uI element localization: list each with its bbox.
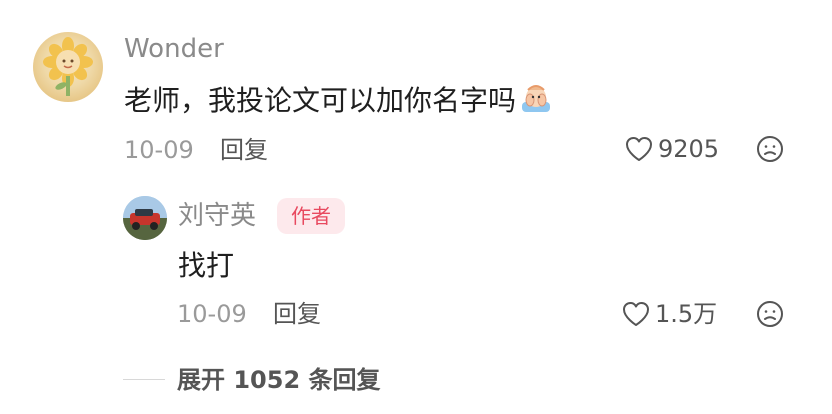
expand-replies-button[interactable]: 展开 1052 条回复 bbox=[177, 364, 381, 396]
author-badge: 作者 bbox=[277, 198, 345, 234]
frown-face-icon bbox=[755, 299, 785, 329]
reply-button[interactable]: 回复 bbox=[220, 134, 268, 166]
red-car-avatar-icon bbox=[123, 196, 167, 240]
comment-username[interactable]: Wonder bbox=[124, 32, 224, 66]
like-button[interactable]: 9205 bbox=[624, 133, 719, 165]
reply-like-count: 1.5万 bbox=[655, 300, 718, 328]
dislike-button[interactable] bbox=[755, 134, 785, 164]
avatar[interactable] bbox=[33, 32, 103, 102]
sunflower-avatar-icon bbox=[43, 37, 93, 96]
reply-like-button[interactable]: 1.5万 bbox=[621, 298, 717, 330]
reply-date: 10-09 bbox=[177, 300, 247, 328]
reply-username[interactable]: 刘守英 bbox=[178, 199, 256, 233]
comment-text: 老师，我投论文可以加你名字吗 bbox=[124, 80, 554, 120]
reply-avatar[interactable] bbox=[123, 196, 167, 240]
heart-outline-icon bbox=[621, 300, 651, 328]
like-count: 9205 bbox=[658, 135, 720, 163]
reply-dislike-button[interactable] bbox=[755, 299, 785, 329]
hands-covering-face-emoji-icon bbox=[518, 80, 554, 116]
heart-outline-icon bbox=[624, 135, 654, 163]
comment-date: 10-09 bbox=[124, 136, 194, 164]
comment-text-body: 老师，我投论文可以加你名字吗 bbox=[124, 84, 517, 117]
reply-reply-button[interactable]: 回复 bbox=[273, 298, 321, 330]
frown-face-icon bbox=[755, 134, 785, 164]
reply-text: 找打 bbox=[178, 249, 235, 282]
expand-divider bbox=[123, 379, 165, 380]
